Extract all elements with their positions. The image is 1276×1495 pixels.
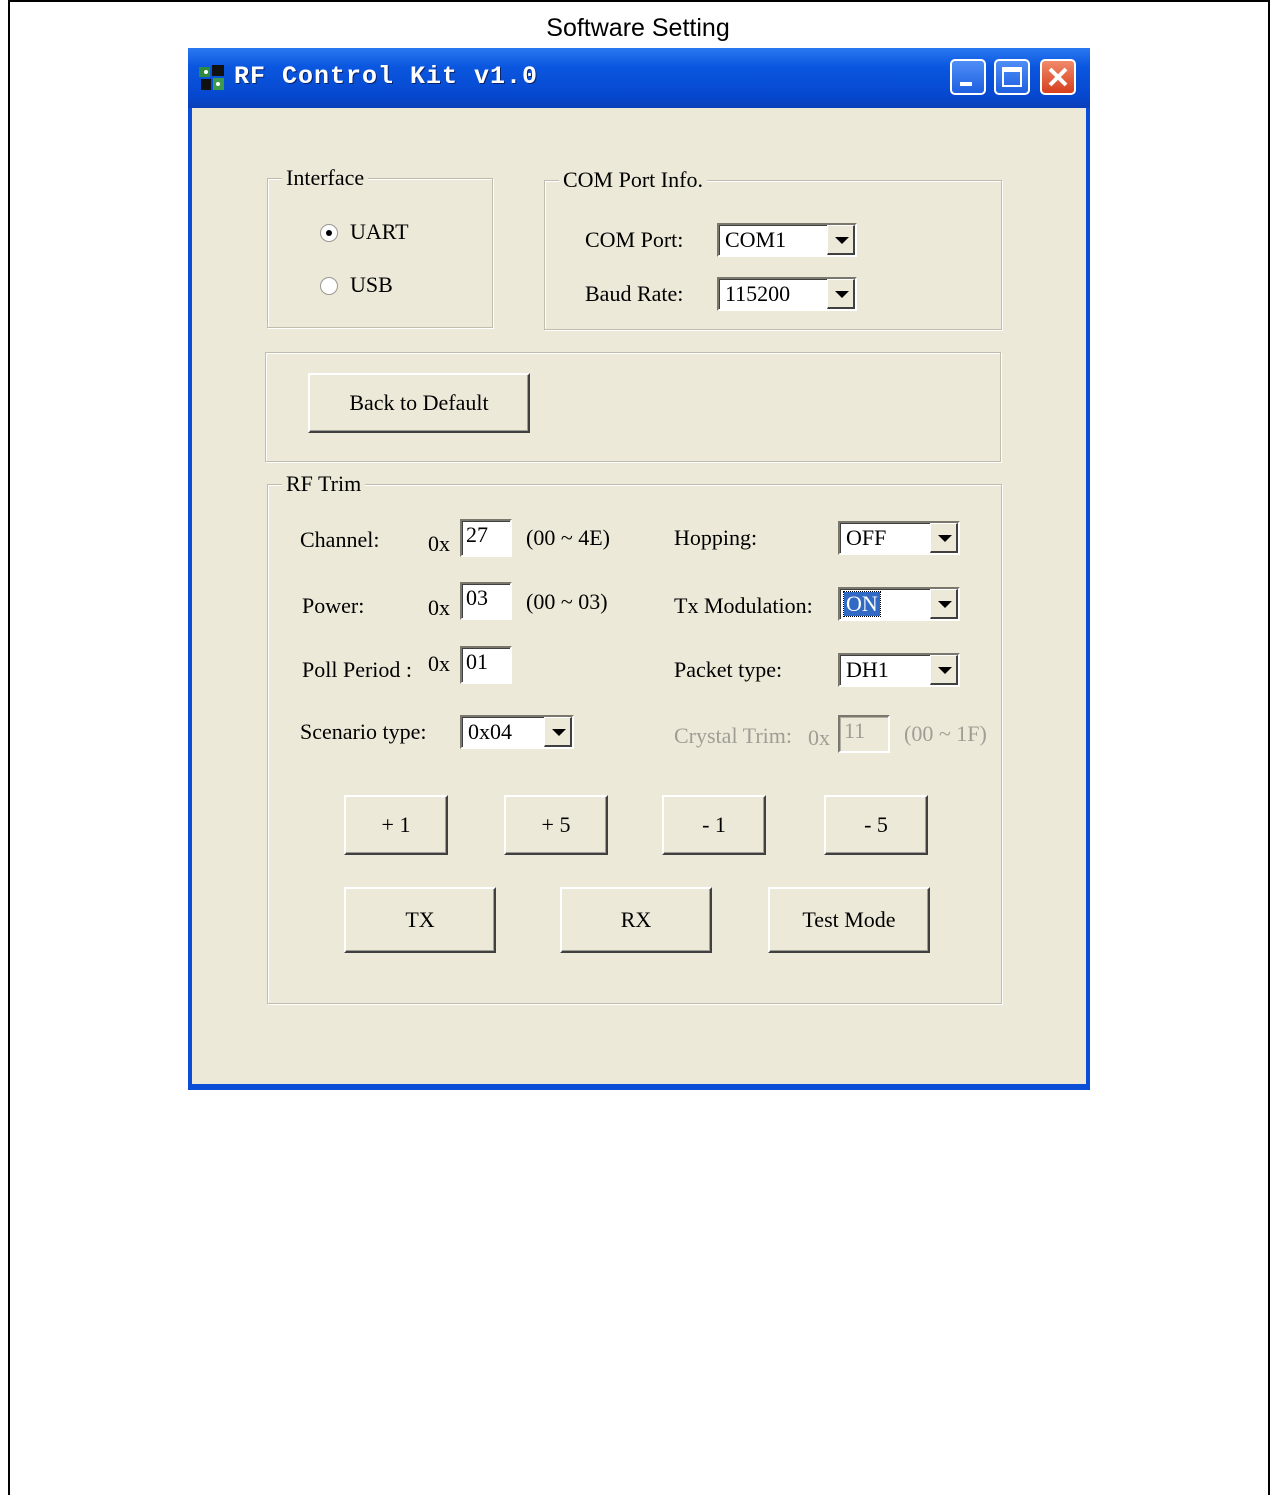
rx-button[interactable]: RX	[560, 887, 712, 953]
minus-5-button[interactable]: - 5	[824, 795, 928, 855]
hopping-value: OFF	[846, 525, 887, 550]
plus-5-button[interactable]: + 5	[504, 795, 608, 855]
crystal-trim-range: (00 ~ 1F)	[904, 721, 987, 746]
page-title: Software Setting	[546, 14, 730, 42]
app-icon	[198, 64, 226, 92]
baud-rate-select[interactable]: 115200	[717, 277, 857, 311]
dropdown-arrow-icon[interactable]	[827, 279, 855, 309]
com-port-select[interactable]: COM1	[717, 223, 857, 257]
minus-1-button[interactable]: - 1	[662, 795, 766, 855]
close-icon	[1048, 67, 1068, 87]
default-group: Back to Default	[265, 352, 1001, 462]
hopping-label: Hopping:	[674, 525, 758, 550]
crystal-trim-input: 11	[838, 715, 890, 753]
close-button[interactable]	[1040, 59, 1076, 95]
baud-rate-value: 115200	[725, 281, 791, 306]
uart-radio[interactable]	[320, 224, 338, 242]
scenario-label: Scenario type:	[300, 719, 427, 744]
baud-rate-label: Baud Rate:	[585, 281, 684, 306]
dropdown-arrow-icon[interactable]	[544, 717, 572, 747]
tx-modulation-select[interactable]: ON	[838, 587, 960, 621]
scenario-value: 0x04	[468, 719, 512, 744]
radio-dot-icon	[326, 230, 332, 236]
poll-period-label: Poll Period :	[302, 657, 413, 682]
plus-1-button[interactable]: + 1	[344, 795, 448, 855]
power-value: 03	[466, 585, 488, 610]
dropdown-arrow-icon[interactable]	[827, 225, 855, 255]
maximize-icon	[1002, 67, 1022, 87]
usb-radio[interactable]	[320, 277, 338, 295]
interface-group: Interface UART USB	[267, 165, 493, 328]
dropdown-arrow-icon[interactable]	[930, 655, 958, 685]
channel-label: Channel:	[300, 527, 380, 552]
minimize-icon	[960, 82, 972, 86]
title-bar[interactable]: RF Control Kit v1.0	[188, 48, 1090, 108]
crystal-trim-value: 11	[844, 718, 866, 743]
channel-input[interactable]: 27	[460, 519, 512, 557]
poll-period-input[interactable]: 01	[460, 646, 512, 684]
poll-period-hex-prefix: 0x	[428, 651, 450, 676]
packet-type-value: DH1	[846, 657, 889, 682]
crystal-trim-hex-prefix: 0x	[808, 725, 830, 750]
com-port-group: COM Port Info. COM Port: COM1 Baud Rate:…	[544, 167, 1002, 330]
hopping-select[interactable]: OFF	[838, 521, 960, 555]
power-input[interactable]: 03	[460, 582, 512, 620]
test-mode-button[interactable]: Test Mode	[768, 887, 930, 953]
interface-legend: Interface	[282, 165, 369, 191]
tx-modulation-label: Tx Modulation:	[674, 593, 813, 618]
channel-range: (00 ~ 4E)	[526, 525, 610, 550]
rf-trim-group: RF Trim Channel: 0x 27 (00 ~ 4E) Power: …	[267, 471, 1002, 1004]
usb-label[interactable]: USB	[350, 272, 393, 298]
dropdown-arrow-icon[interactable]	[930, 589, 958, 619]
crystal-trim-label: Crystal Trim:	[674, 723, 792, 748]
minimize-button[interactable]	[950, 59, 986, 95]
com-port-label: COM Port:	[585, 227, 684, 252]
power-range: (00 ~ 03)	[526, 589, 608, 614]
com-port-legend: COM Port Info.	[559, 167, 707, 193]
app-window: RF Control Kit v1.0 Interface UART USB C…	[188, 48, 1090, 1090]
channel-hex-prefix: 0x	[428, 531, 450, 556]
window-title: RF Control Kit v1.0	[234, 62, 539, 91]
tx-button[interactable]: TX	[344, 887, 496, 953]
power-label: Power:	[302, 593, 365, 618]
packet-type-label: Packet type:	[674, 657, 783, 682]
packet-type-select[interactable]: DH1	[838, 653, 960, 687]
rf-trim-legend: RF Trim	[282, 471, 366, 497]
power-hex-prefix: 0x	[428, 595, 450, 620]
uart-label[interactable]: UART	[350, 219, 409, 245]
poll-period-value: 01	[466, 649, 488, 674]
scenario-select[interactable]: 0x04	[460, 715, 574, 749]
com-port-value: COM1	[725, 227, 787, 252]
maximize-button[interactable]	[994, 59, 1030, 95]
back-to-default-button[interactable]: Back to Default	[308, 373, 530, 433]
channel-value: 27	[466, 522, 488, 547]
tx-modulation-value: ON	[843, 591, 881, 617]
dropdown-arrow-icon[interactable]	[930, 523, 958, 553]
window-client-area: Interface UART USB COM Port Info. COM Po…	[192, 108, 1086, 1084]
